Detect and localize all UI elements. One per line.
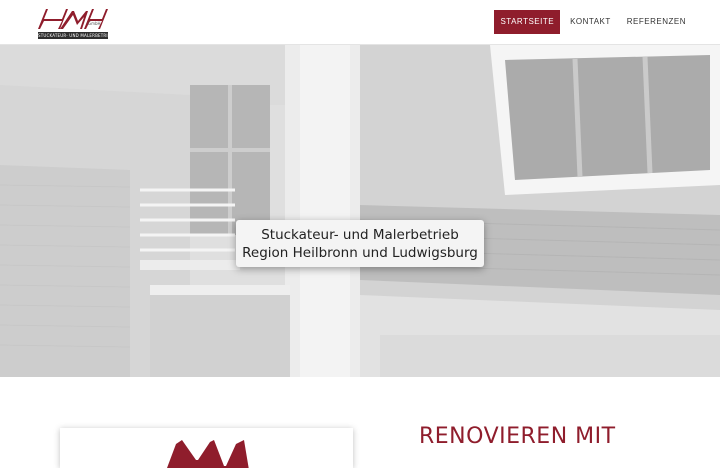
nav-item-referenzen[interactable]: REFERENZEN [621, 10, 692, 34]
main-navigation: STARTSEITE KONTAKT REFERENZEN [494, 10, 692, 34]
hero-building-image [0, 45, 720, 377]
intro-section: RENOVIEREN MIT [0, 377, 720, 468]
hero-section: Stuckateur- und Malerbetrieb Region Heil… [0, 45, 720, 377]
section-heading: RENOVIEREN MIT [419, 424, 616, 449]
hero-tagline-box: Stuckateur- und Malerbetrieb Region Heil… [236, 220, 484, 267]
site-header: GmbH STUCKATEUR- UND MALERBETRIEB STARTS… [0, 0, 720, 45]
logo-gmbh-text: GmbH [88, 21, 101, 26]
logo-hmh-mark [38, 9, 108, 29]
logo-card [60, 428, 353, 468]
nav-item-startseite[interactable]: STARTSEITE [494, 10, 561, 34]
hero-tagline-line-1: Stuckateur- und Malerbetrieb [261, 227, 459, 243]
hero-tagline-line-2: Region Heilbronn und Ludwigsburg [242, 245, 478, 261]
nav-item-kontakt[interactable]: KONTAKT [564, 10, 617, 34]
company-logo[interactable]: GmbH STUCKATEUR- UND MALERBETRIEB [36, 5, 110, 39]
card-logo-mark [167, 440, 249, 468]
logo-tagline: STUCKATEUR- UND MALERBETRIEB [38, 32, 108, 39]
